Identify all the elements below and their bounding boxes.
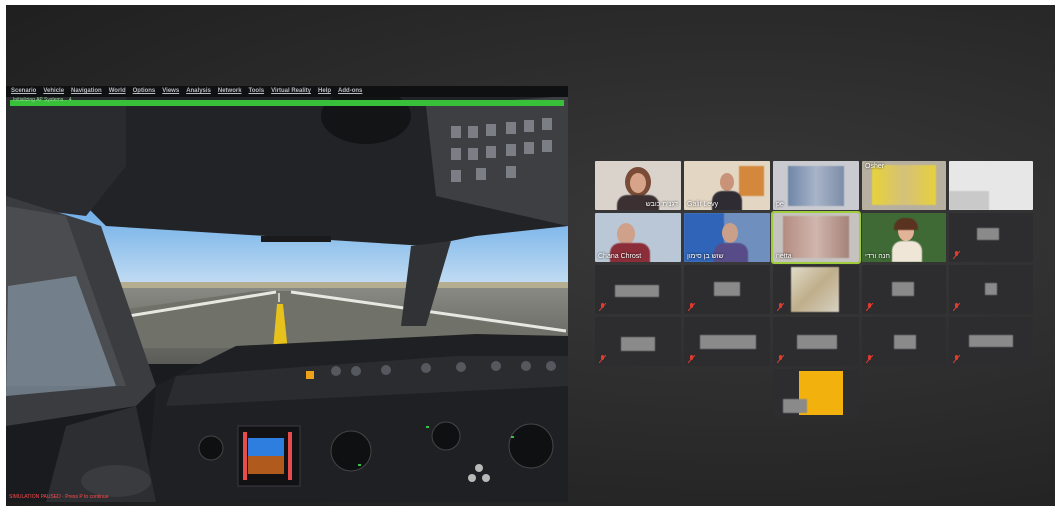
participant-tile[interactable] xyxy=(949,213,1033,262)
pixelated-name xyxy=(797,335,837,349)
pixelated-name xyxy=(615,285,659,297)
participant-hair xyxy=(894,218,918,230)
participant-name: Galit Levy xyxy=(687,201,719,208)
participant-tile[interactable]: Osher xyxy=(862,161,946,210)
participant-face xyxy=(630,173,646,193)
flight-simulator-window[interactable]: Scenario Vehicle Navigation World Option… xyxy=(6,86,568,502)
menu-help[interactable]: Help xyxy=(318,86,331,97)
muted-mic-icon xyxy=(953,303,960,311)
simulator-status-message: SIMULATION PAUSED · Press P to continue xyxy=(9,494,109,500)
muted-mic-icon xyxy=(953,251,960,259)
participant-name: pe xyxy=(776,201,784,208)
simulator-menu-bar: Scenario Vehicle Navigation World Option… xyxy=(6,86,568,97)
pixelated-name xyxy=(892,282,914,296)
participant-tile[interactable] xyxy=(773,317,859,366)
pixelated-video xyxy=(788,166,844,206)
participant-name: דגנית כובש xyxy=(645,201,678,208)
muted-mic-icon xyxy=(688,303,695,311)
participant-tile[interactable]: Chana Chrost xyxy=(595,213,681,262)
loading-status-text: Initializing AP Systems... 4 xyxy=(13,97,72,103)
menu-scenario[interactable]: Scenario xyxy=(11,86,36,97)
pixelated-name xyxy=(714,282,740,296)
participant-name: שוש בן סימון xyxy=(687,253,724,260)
participant-tile[interactable] xyxy=(949,317,1033,366)
pixelated-video xyxy=(949,191,989,210)
participant-tile[interactable] xyxy=(595,265,681,314)
loading-progress-bar xyxy=(10,100,564,106)
pixelated-name xyxy=(700,335,756,349)
participant-tile[interactable] xyxy=(862,265,946,314)
participant-background xyxy=(739,166,764,196)
participant-face xyxy=(720,173,734,191)
muted-mic-icon xyxy=(953,355,960,363)
pixelated-video xyxy=(872,165,936,205)
participant-tile[interactable] xyxy=(949,265,1033,314)
participant-tile[interactable] xyxy=(773,369,859,418)
participant-tile[interactable] xyxy=(862,317,946,366)
participant-name: חנה ורדי xyxy=(865,253,890,260)
pixelated-name xyxy=(969,335,1013,347)
participant-tile[interactable] xyxy=(684,265,770,314)
menu-tools[interactable]: Tools xyxy=(249,86,265,97)
participant-tile[interactable] xyxy=(684,317,770,366)
participant-name: Osher xyxy=(865,163,885,170)
participant-tile[interactable]: דגנית כובש xyxy=(595,161,681,210)
cockpit-view xyxy=(6,86,568,502)
muted-mic-icon xyxy=(777,355,784,363)
participant-tile[interactable]: חנה ורדי xyxy=(862,213,946,262)
muted-mic-icon xyxy=(599,303,606,311)
menu-analysis[interactable]: Analysis xyxy=(186,86,211,97)
participant-body xyxy=(892,241,922,262)
participant-tile[interactable] xyxy=(773,265,859,314)
participant-tile[interactable] xyxy=(949,161,1033,210)
pixelated-name xyxy=(985,283,997,295)
menu-views[interactable]: Views xyxy=(162,86,179,97)
participant-tile[interactable] xyxy=(595,317,681,366)
pixelated-name xyxy=(783,399,807,413)
participant-tile-active-speaker[interactable]: netta xyxy=(771,211,861,264)
pixelated-photo xyxy=(791,267,839,312)
menu-options[interactable]: Options xyxy=(133,86,156,97)
menu-vehicle[interactable]: Vehicle xyxy=(43,86,64,97)
menu-world[interactable]: World xyxy=(109,86,126,97)
loading-progress-fill xyxy=(10,100,564,106)
pixelated-name xyxy=(977,228,999,240)
participant-tile[interactable]: Galit Levy xyxy=(684,161,770,210)
muted-mic-icon xyxy=(599,355,606,363)
participant-tile[interactable]: שוש בן סימון xyxy=(684,213,770,262)
pixelated-name xyxy=(621,337,655,351)
muted-mic-icon xyxy=(866,355,873,363)
pixelated-video xyxy=(783,216,849,258)
participant-face xyxy=(617,223,635,245)
participant-name: Chana Chrost xyxy=(598,253,642,260)
participant-name: netta xyxy=(776,253,792,260)
muted-mic-icon xyxy=(866,303,873,311)
menu-virtual-reality[interactable]: Virtual Reality xyxy=(271,86,311,97)
menu-network[interactable]: Network xyxy=(218,86,242,97)
muted-mic-icon xyxy=(777,303,784,311)
pixelated-name xyxy=(894,335,916,349)
menu-navigation[interactable]: Navigation xyxy=(71,86,102,97)
participant-face xyxy=(722,223,738,243)
participant-tile[interactable]: pe xyxy=(773,161,859,210)
muted-mic-icon xyxy=(688,355,695,363)
menu-addons[interactable]: Add-ons xyxy=(338,86,362,97)
